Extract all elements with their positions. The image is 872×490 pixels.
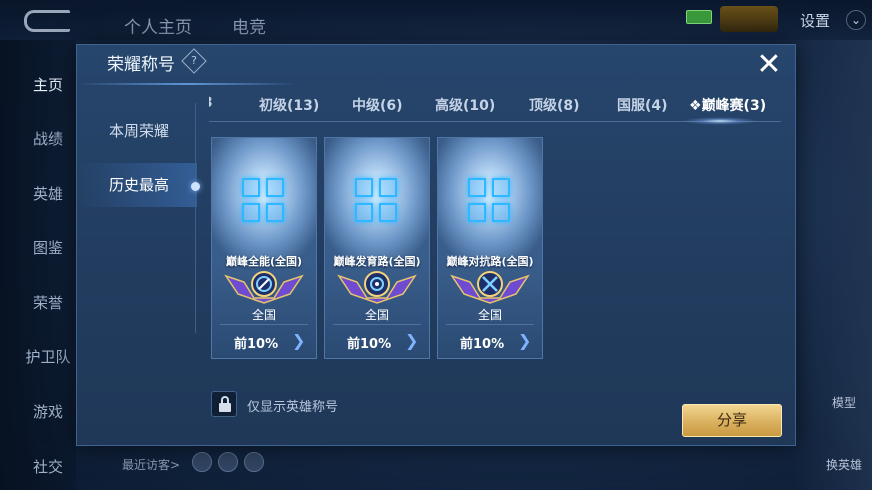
tab-top[interactable]: 顶级(8) — [529, 95, 580, 115]
side-tab-history-best[interactable]: 历史最高 — [77, 163, 197, 207]
card-title-name: 巅峰对抗路(全国) — [446, 255, 534, 268]
back-arrow-icon[interactable] — [24, 10, 70, 32]
tab-national[interactable]: 国服(4) — [617, 95, 668, 115]
model-button[interactable]: 模型 — [820, 394, 868, 411]
tab-fragment[interactable]: 3 — [209, 95, 213, 111]
coupon-icon[interactable] — [720, 6, 778, 32]
tab-intermediate[interactable]: 中级(6) — [352, 95, 403, 115]
recent-visitors-label[interactable]: 最近访客> — [122, 456, 180, 473]
cash-icon — [686, 10, 712, 24]
card-title-name: 巅峰全能(全国) — [225, 255, 303, 268]
modal-title: 荣耀称号 — [107, 55, 175, 75]
avatar[interactable] — [192, 452, 212, 472]
help-icon[interactable]: ? — [181, 48, 207, 74]
side-active-dot — [191, 182, 200, 191]
tab-esports[interactable]: 电竞 — [232, 13, 266, 38]
chevron-down-icon[interactable]: ⌄ — [846, 10, 866, 30]
honor-title-modal: 荣耀称号 ? ✕ 本周荣耀 历史最高 3 初级(13) 中级(6) 高级(10)… — [76, 44, 796, 446]
change-hero-button[interactable]: 换英雄 — [820, 456, 868, 473]
tab-peak-label: 巅峰赛(3) — [701, 98, 767, 114]
card-rank: 前10% — [234, 337, 279, 352]
hero-only-toggle[interactable] — [211, 391, 237, 417]
title-card[interactable]: 巅峰全能(全国) 全国 前10% ❯ — [211, 137, 317, 359]
marksman-icon — [337, 271, 417, 304]
hero-art — [792, 40, 872, 490]
title-card[interactable]: 巅峰对抗路(全国) 全国 前10% ❯ — [437, 137, 543, 359]
card-divider — [333, 324, 421, 325]
card-title-name: 巅峰发育路(全国) — [333, 255, 421, 268]
ice-cube-icon — [242, 178, 286, 224]
card-rank: 前10% — [460, 337, 505, 352]
settings-label[interactable]: 设置 — [800, 10, 830, 31]
close-button[interactable]: ✕ — [753, 49, 785, 81]
clash-lane-icon — [450, 271, 530, 304]
card-region: 全国 — [477, 308, 502, 322]
side-divider — [195, 103, 196, 333]
chevron-right-icon[interactable]: ❯ — [292, 331, 305, 350]
hero-only-label: 仅显示英雄称号 — [247, 400, 339, 415]
side-nav — [0, 40, 76, 490]
active-tab-indicator — [683, 117, 757, 125]
tab-profile[interactable]: 个人主页 — [124, 13, 192, 38]
card-divider — [220, 324, 308, 325]
card-region: 全国 — [251, 308, 276, 322]
nav-item-social[interactable]: 社交 — [0, 456, 96, 477]
card-region: 全国 — [364, 308, 389, 322]
diamond-icon: ❖ — [689, 98, 702, 114]
side-tab-weekly[interactable]: 本周荣耀 — [77, 109, 197, 153]
tab-beginner[interactable]: 初级(13) — [259, 95, 319, 115]
ice-cube-icon — [355, 178, 399, 224]
avatar[interactable] — [244, 452, 264, 472]
tab-peak[interactable]: ❖巅峰赛(3) — [689, 95, 766, 115]
card-divider — [446, 324, 534, 325]
chevron-right-icon[interactable]: ❯ — [405, 331, 418, 350]
share-button[interactable]: 分享 — [682, 404, 782, 437]
allround-icon — [224, 271, 304, 304]
title-card[interactable]: 巅峰发育路(全国) 全国 前10% ❯ — [324, 137, 430, 359]
card-rank: 前10% — [347, 337, 392, 352]
ice-cube-icon — [468, 178, 512, 224]
avatar[interactable] — [218, 452, 238, 472]
title-swoosh — [77, 83, 297, 85]
tab-advanced[interactable]: 高级(10) — [435, 95, 495, 115]
chevron-right-icon[interactable]: ❯ — [518, 331, 531, 350]
